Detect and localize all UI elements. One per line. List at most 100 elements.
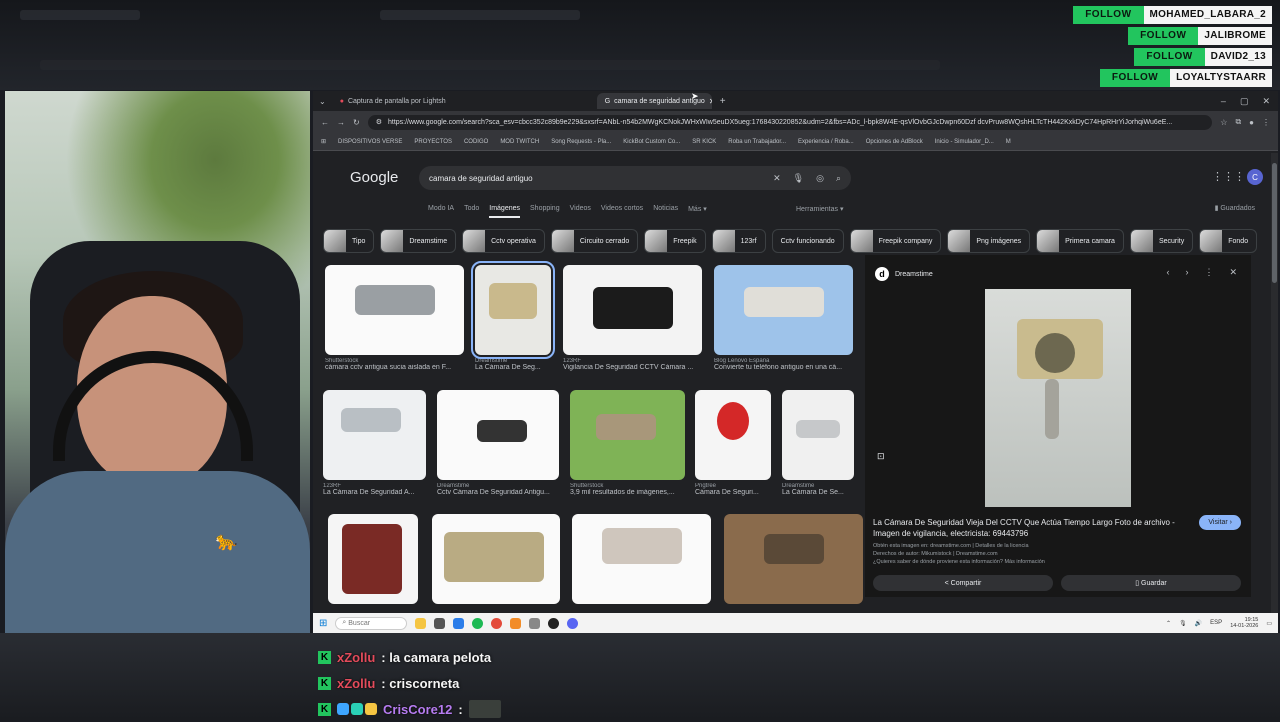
bookmark-item[interactable]: Opciones de AdBlock <box>866 139 923 145</box>
tab-search-icon[interactable]: ⌄ <box>313 97 332 106</box>
chip[interactable]: Cctv funcionando <box>771 229 844 253</box>
tab-captura[interactable]: ●Captura de pantalla por Lightsh✕ <box>332 93 447 109</box>
image-result-selected[interactable]: Dreamstime La Cámara De Seg... <box>471 261 555 371</box>
tab-noticias[interactable]: Noticias <box>653 205 678 218</box>
chevron-up-icon[interactable]: ⌃ <box>1166 620 1171 627</box>
preview-source[interactable]: d Dreamstime <box>875 267 933 281</box>
tab-shopping[interactable]: Shopping <box>530 205 560 218</box>
image-result[interactable] <box>432 514 560 604</box>
chip[interactable]: Primera camara <box>1036 229 1124 253</box>
chip[interactable]: Png imágenes <box>947 229 1031 253</box>
close-icon[interactable]: ✕ <box>709 97 712 106</box>
bookmark-item[interactable]: DISPOSITIVOS VERSE <box>338 139 402 145</box>
clock[interactable]: 19:15 14-01-2026 <box>1230 617 1258 629</box>
tab-favicon-icon: ● <box>339 97 344 105</box>
webcam-feed: 🐆 <box>5 91 310 633</box>
lens-icon[interactable]: ◎ <box>816 173 824 184</box>
close-icon[interactable]: ✕ <box>1229 267 1237 278</box>
image-result[interactable]: Dreamstime La Cámara De Se... <box>782 390 854 496</box>
image-result[interactable]: Blog Lenovo España Convierte tu teléfono… <box>714 265 853 371</box>
image-result[interactable] <box>572 514 711 604</box>
image-result[interactable]: 123RF Vigilancia De Seguridad CCTV Cámar… <box>563 265 702 371</box>
image-result[interactable] <box>724 514 863 604</box>
scrollbar-thumb[interactable] <box>1272 163 1277 283</box>
chip[interactable]: 123rf <box>711 229 766 253</box>
avatar[interactable]: C <box>1247 169 1263 185</box>
chip[interactable]: Security <box>1129 229 1194 253</box>
image-result[interactable]: 123RF La Cámara De Seguridad A... <box>323 390 426 496</box>
chip-thumbnail <box>1037 230 1060 252</box>
search-icon[interactable]: ⌕ <box>836 173 841 184</box>
minimize-icon[interactable]: – <box>1221 96 1226 107</box>
bookmark-item[interactable]: CODIGO <box>464 139 488 145</box>
image-result[interactable]: Pngtree Cámara De Seguri... <box>695 390 771 496</box>
maximize-icon[interactable]: ▢ <box>1240 96 1249 107</box>
tab-todo[interactable]: Todo <box>464 205 479 218</box>
search-input[interactable]: camara de seguridad antiguo ✕ 🎙 ◎ ⌕ <box>419 166 851 190</box>
mic-icon[interactable]: 🎙 <box>1179 620 1187 627</box>
share-button[interactable]: < Compartir <box>873 575 1053 591</box>
chip[interactable]: Cctv operativa <box>462 229 545 253</box>
preview-image[interactable] <box>985 289 1131 507</box>
next-icon[interactable]: › <box>1185 267 1188 278</box>
tab-videos[interactable]: Videos <box>570 205 591 218</box>
image-result[interactable]: Shutterstock 3,9 mil resultados de imáge… <box>570 390 685 496</box>
url-field[interactable]: ⚙ https://www.google.com/search?sca_esv=c… <box>367 114 1213 130</box>
star-icon[interactable]: ☆ <box>1220 118 1227 127</box>
image-result[interactable]: Dreamstime Cctv Cámara De Seguridad Anti… <box>437 390 559 496</box>
bookmark-item[interactable]: Experiencia / Roba... <box>798 139 854 145</box>
site-info-icon[interactable]: ⚙ <box>376 118 382 126</box>
result-thumbnail <box>572 514 711 604</box>
result-thumbnail <box>714 265 853 355</box>
image-result[interactable]: Shutterstock cámara cctv antigua sucia a… <box>325 265 464 371</box>
bookmark-item[interactable]: M <box>1006 139 1011 145</box>
language-indicator[interactable]: ESP <box>1210 620 1222 626</box>
bookmark-item[interactable]: SR KICK <box>692 139 716 145</box>
bookmark-item[interactable]: Song Requests - Pla... <box>551 139 611 145</box>
bookmark-item[interactable]: PROYECTOS <box>414 139 452 145</box>
back-icon[interactable]: ← <box>321 118 329 127</box>
tools-button[interactable]: Herramientas ▾ <box>796 205 843 213</box>
bookmark-item[interactable]: MOD TWITCH <box>500 139 539 145</box>
volume-icon[interactable]: 🔊 <box>1195 620 1202 627</box>
clear-icon[interactable]: ✕ <box>773 173 781 184</box>
tab-imagenes[interactable]: Imágenes <box>489 205 521 218</box>
chip[interactable]: Fondo <box>1199 229 1258 253</box>
apps-icon[interactable]: ⋮⋮⋮ <box>1212 170 1245 183</box>
new-tab-icon[interactable]: + <box>720 96 726 107</box>
menu-icon[interactable]: ⋮ <box>1262 118 1270 127</box>
tab-mas[interactable]: Más ▾ <box>688 205 707 218</box>
image-result[interactable] <box>328 514 418 604</box>
follow-alert: FOLLOW JALIBROME <box>1072 27 1272 45</box>
prev-icon[interactable]: ‹ <box>1166 267 1169 278</box>
google-logo[interactable]: Google <box>350 169 398 186</box>
chat-overlay: K xZollu : la camara pelota K xZollu : c… <box>318 620 788 722</box>
extensions-icon[interactable]: ⧉ <box>1235 117 1241 127</box>
saved-button[interactable]: ▮ Guardados <box>1215 204 1255 212</box>
bookmarks-bar: ⊞ DISPOSITIVOS VERSE PROYECTOS CODIGO MO… <box>313 133 1278 151</box>
mic-icon[interactable]: 🎙 <box>793 173 804 184</box>
close-window-icon[interactable]: ✕ <box>1262 96 1270 107</box>
tab-modo-ia[interactable]: Modo IA <box>428 205 454 218</box>
notifications-icon[interactable]: ▭ <box>1266 620 1272 627</box>
visit-button[interactable]: Visitar › <box>1199 515 1241 530</box>
profile-icon[interactable]: ● <box>1249 118 1254 127</box>
tab-videos-cortos[interactable]: Videos cortos <box>601 205 643 218</box>
chip[interactable]: Circuito cerrado <box>550 229 639 253</box>
bookmark-item[interactable]: Roba un Trabajador... <box>728 139 786 145</box>
chip[interactable]: Dreamstime <box>380 229 457 253</box>
chip[interactable]: Freepik company <box>849 229 942 253</box>
reload-icon[interactable]: ↻ <box>353 118 360 127</box>
page-scrollbar[interactable] <box>1271 153 1278 613</box>
chip[interactable]: Tipo <box>323 229 375 253</box>
bookmark-item[interactable]: Inicio - Simulador_D... <box>935 139 994 145</box>
bookmark-item[interactable]: KickBot Custom Co... <box>623 139 680 145</box>
lens-search-icon[interactable]: ⊡ <box>877 451 885 462</box>
chat-message: K CrisCore12 : <box>318 696 788 722</box>
apps-grid-icon[interactable]: ⊞ <box>321 138 326 145</box>
chip[interactable]: Freepik <box>644 229 706 253</box>
more-icon[interactable]: ⋮ <box>1204 267 1213 278</box>
dreamstime-icon: d <box>875 267 889 281</box>
save-button[interactable]: ▯ Guardar <box>1061 575 1241 591</box>
forward-icon[interactable]: → <box>337 118 345 127</box>
